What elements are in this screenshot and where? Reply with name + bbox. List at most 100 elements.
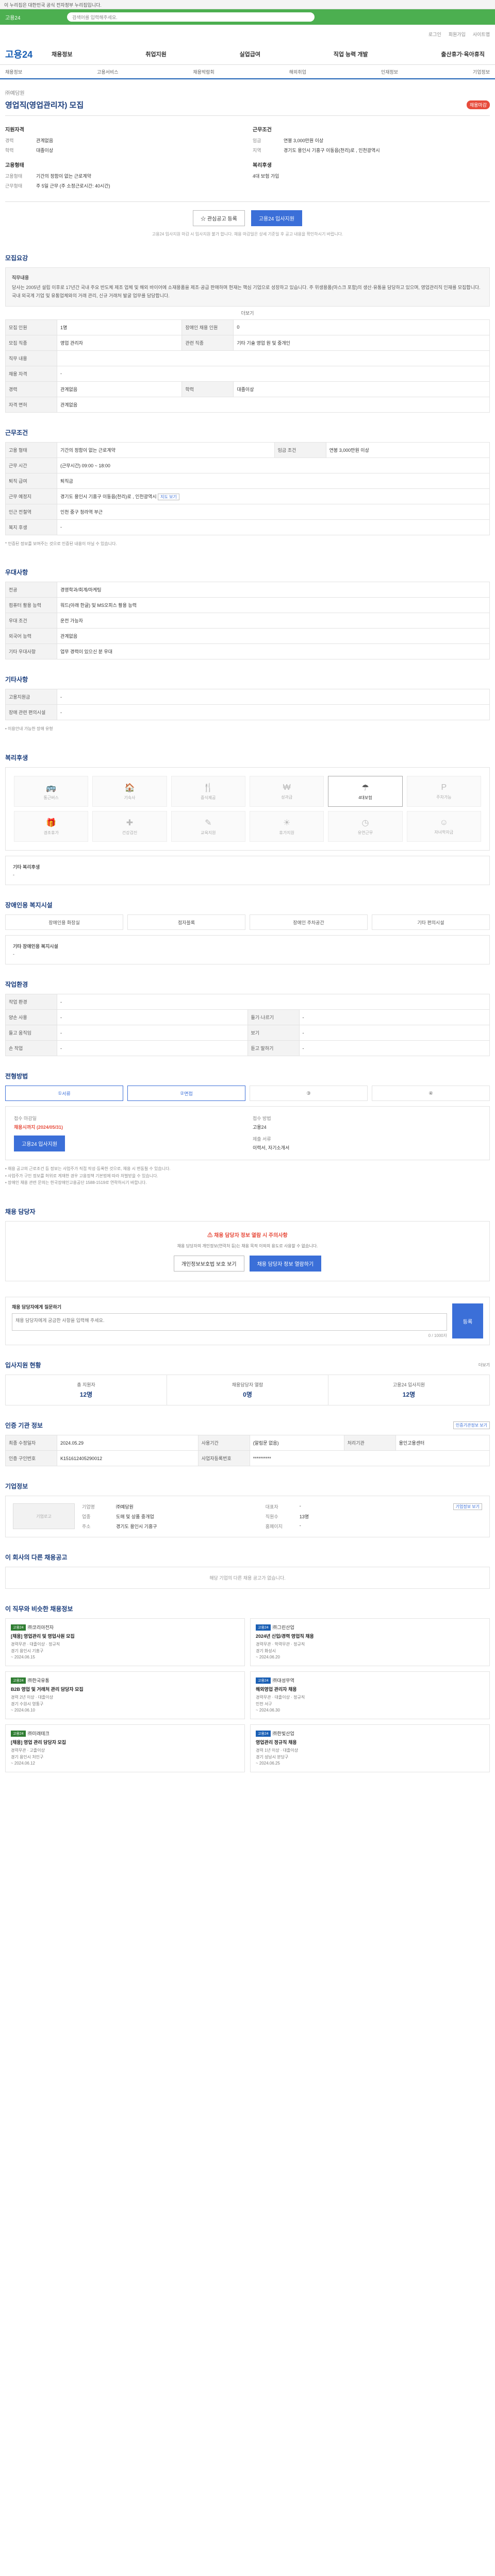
- qualification-table: 전공 경영학과/회계/마케팅 컴퓨터 활용 능력 워드(아래 한글) 및 MS오피스…: [5, 582, 490, 660]
- benefit-label: 건강검진: [122, 830, 138, 835]
- job-card[interactable]: 고용24 ㈜대성무역 해외영업 관리자 채용 경력무관 · 대졸이상 · 정규직 인천 …: [250, 1671, 490, 1720]
- company-value: ㈜예담원: [116, 1504, 134, 1510]
- company-key: 업종: [82, 1514, 91, 1520]
- subnav-item[interactable]: 채용박람회: [193, 69, 214, 75]
- other-facility-title: 기타 장애인용 복지시설: [13, 944, 58, 950]
- util-nav: 로그인 회원가입 사이트맵: [0, 25, 495, 43]
- benefit-item: 🎁 경조휴가: [14, 811, 89, 842]
- job-card[interactable]: 고용24 ㈜그린산업 2024년 신입/경력 영업직 채용 경력무관 · 학력무관 ·…: [250, 1618, 490, 1667]
- vacation-icon: ☀: [283, 818, 291, 827]
- job-summary: 지원자격 경력 관계없음 학력 대졸이상 고용형태 고용형태 기간의 정함이 없는 근…: [5, 116, 490, 202]
- table-key: 모집 인원: [5, 319, 57, 335]
- search-input[interactable]: 검색어를 입력해주세요.: [67, 12, 315, 22]
- benefit-label: 성과급: [281, 794, 293, 800]
- map-button[interactable]: 지도 보기: [158, 493, 179, 500]
- table-key: 장애인 채용 인원: [182, 319, 234, 335]
- job-card[interactable]: 고용24 ㈜한빛산업 영업관리 정규직 채용 경력 1년 이상 · 대졸이상 경기 성남…: [250, 1724, 490, 1773]
- privacy-law-button[interactable]: 개인정보보호법 보호 보기: [173, 1256, 244, 1272]
- table-row: 양손 사용 - 들기·나르기 -: [5, 1009, 490, 1026]
- search-logo[interactable]: 고용24: [5, 13, 46, 21]
- company-value: 13명: [299, 1514, 309, 1520]
- warning-header: ⚠ 채용 담당자 정보 열람 시 주의사항: [207, 1232, 288, 1239]
- subnav-item[interactable]: 해외취업: [289, 69, 306, 75]
- table-key: 손 작업: [5, 1040, 57, 1057]
- job-card[interactable]: 고용24 ㈜한국유통 B2B 영업 및 거래처 관리 담당자 모집 경력 2년 이상 …: [5, 1671, 245, 1720]
- card-title[interactable]: [채용] 영업관리 및 영업사원 모집: [11, 1633, 239, 1639]
- benefit-item: ✚ 건강검진: [92, 811, 167, 842]
- table-key: 장애 관련 편의시설: [5, 704, 57, 721]
- source-info-button[interactable]: 인증기관정보 보기: [453, 1421, 490, 1430]
- nav-training[interactable]: 직업 능력 개발: [334, 50, 368, 58]
- card-company: ㈜미래테크: [27, 1731, 50, 1737]
- card-title[interactable]: B2B 영업 및 거래처 관리 담당자 모집: [11, 1686, 239, 1692]
- subnav-item[interactable]: 인재정보: [381, 69, 398, 75]
- summary-heading: 근무조건: [253, 127, 272, 133]
- card-company: ㈜그린산업: [272, 1625, 294, 1631]
- nav-parental-leave[interactable]: 출산휴가·육아휴직: [441, 50, 485, 58]
- nav-jobs[interactable]: 채용정보: [52, 50, 72, 58]
- section-title: 근무조건: [5, 429, 28, 436]
- facility-item: 장애인 주차공간: [250, 914, 368, 930]
- inquiry-title: 채용 담당자에게 질문하기: [12, 1304, 62, 1310]
- environment-section: 작업환경 작업 환경 - 양손 사용 - 들기·나르기 - 들고 움직임 - 보기 - 손 작…: [5, 971, 490, 1062]
- apply-button[interactable]: 고용24 입사지원: [251, 210, 302, 226]
- card-location: 경기 용인시 처인구: [11, 1755, 44, 1760]
- company-box: 기업로고 기업명 ㈜예담원 대표자 - 업종 도매 및 상품 중개업 직원수 13명 주…: [5, 1496, 490, 1538]
- benefit-item: 🏠 기숙사: [92, 776, 167, 807]
- signup-link[interactable]: 회원가입: [449, 31, 466, 38]
- inquiry-submit-button[interactable]: 등록: [452, 1303, 483, 1339]
- benefit-item: ₩ 성과급: [249, 776, 324, 807]
- company-name[interactable]: ㈜예담원: [5, 89, 490, 96]
- job-card[interactable]: 고용24 ㈜미래테크 [채용] 영업 관리 담당자 모집 경력무관 · 고졸이상 경기 …: [5, 1724, 245, 1773]
- main-nav: 고용24 채용정보 취업지원 실업급여 직업 능력 개발 출산휴가·육아휴직: [0, 43, 495, 65]
- summary-value: 기간의 정함이 없는 근로계약: [36, 174, 91, 179]
- card-company: ㈜대성무역: [272, 1678, 294, 1684]
- table-key: 들고 움직임: [5, 1025, 57, 1041]
- table-value: [57, 350, 490, 366]
- benefit-label: 휴가지원: [279, 830, 294, 835]
- sitemap-link[interactable]: 사이트맵: [473, 31, 490, 38]
- card-title[interactable]: 영업관리 정규직 채용: [256, 1739, 484, 1745]
- company-info-button[interactable]: 기업정보 보기: [453, 1503, 482, 1511]
- card-title[interactable]: 해외영업 관리자 채용: [256, 1686, 484, 1692]
- view-contact-button[interactable]: 채용 담당자 정보 열람하기: [249, 1256, 322, 1272]
- meal-icon: 🍴: [203, 783, 213, 792]
- login-link[interactable]: 로그인: [428, 31, 441, 38]
- table-key: 사용기간: [197, 1435, 250, 1451]
- card-location: 경기 용인시 기흥구: [11, 1649, 44, 1654]
- card-location: 경기 수원시 영통구: [11, 1702, 44, 1707]
- table-key: 작업 환경: [5, 994, 57, 1010]
- table-row: 최종 수정일자 2024.05.29 사용기간 (알림문 없음) 처리기관 용인고용센터: [5, 1435, 490, 1451]
- table-value: 2024.05.29: [57, 1435, 199, 1451]
- inquiry-textarea[interactable]: [12, 1313, 447, 1331]
- summary-value: 관계없음: [36, 138, 54, 143]
- more-button[interactable]: 더보기: [5, 307, 490, 319]
- save-job-button[interactable]: ☆ 관심공고 등록: [193, 210, 245, 226]
- company-section: 기업정보 기업로고 기업명 ㈜예담원 대표자 - 업종 도매 및 상품 중개업 직원수…: [5, 1472, 490, 1544]
- subnav-item[interactable]: 고용서비스: [97, 69, 118, 75]
- card-title[interactable]: [채용] 영업 관리 담당자 모집: [11, 1739, 239, 1745]
- process-step: ① 서류: [5, 1086, 123, 1101]
- table-key: 고용 형태: [5, 442, 57, 458]
- source-table: 최종 수정일자 2024.05.29 사용기간 (알림문 없음) 처리기관 용인고용센터 …: [5, 1435, 490, 1467]
- table-value: **********: [249, 1450, 490, 1467]
- subnav-item[interactable]: 기업정보: [473, 69, 490, 75]
- table-value: -: [57, 519, 490, 535]
- benefit-item: 🍴 중식제공: [171, 776, 245, 807]
- card-title[interactable]: 2024년 신입/경력 영업직 채용: [256, 1633, 484, 1639]
- nav-employment-support[interactable]: 취업지원: [145, 50, 166, 58]
- site-logo[interactable]: 고용24: [5, 47, 52, 61]
- apply-button-bottom[interactable]: 고용24 입사지원: [14, 1136, 65, 1152]
- job-card[interactable]: 고용24 ㈜코리아전자 [채용] 영업관리 및 영업사원 모집 경력무관 · 대졸이상…: [5, 1618, 245, 1667]
- deadline-value: 채용시까지 (2024/05/31): [14, 1125, 63, 1130]
- table-key: 보기: [247, 1025, 300, 1041]
- training-icon: ✎: [205, 818, 212, 827]
- stats-more-link[interactable]: 더보기: [478, 1362, 490, 1368]
- nav-unemployment[interactable]: 실업급여: [240, 50, 260, 58]
- gift-icon: 🎁: [46, 818, 57, 827]
- apply-method-box: 접수 마감일 채용시까지 (2024/05/31) 고용24 입사지원 접수 방…: [5, 1106, 490, 1161]
- recommend-section: 이 직무와 비슷한 채용정보 고용24 ㈜코리아전자 [채용] 영업관리 및 영업사…: [5, 1595, 490, 1778]
- subnav-item[interactable]: 채용정보: [5, 69, 22, 75]
- apply-note: 고용24 입사지원 마감 시 입사지원 불가 합니다. 채용 마감일은 상세 기…: [152, 232, 343, 236]
- table-row: 우대 조건 운전 가능자: [5, 613, 490, 629]
